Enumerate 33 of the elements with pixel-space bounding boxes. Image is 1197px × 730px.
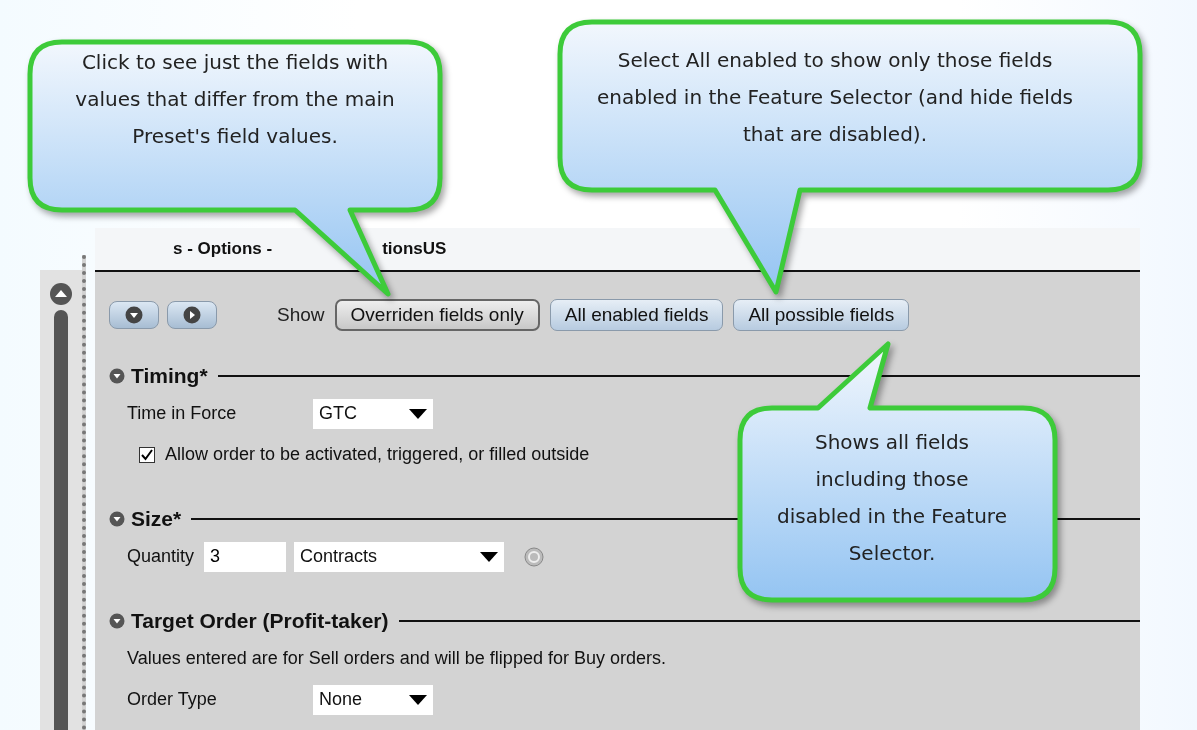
filter-button[interactable]: All possible fields (733, 299, 910, 331)
checkbox[interactable] (139, 446, 155, 463)
panel-title: tionsUS (382, 239, 447, 259)
field-label: Quantity (127, 546, 195, 567)
field-label: Time in Force (127, 403, 238, 424)
dropdown[interactable]: None (313, 684, 433, 715)
panel-title: s - Options - (173, 239, 273, 259)
section-title: Size* (131, 507, 182, 531)
section-title: Target Order (Profit-taker) (131, 609, 389, 633)
help-icon[interactable] (524, 546, 545, 567)
caret-icon (409, 694, 427, 705)
scroll-up-icon[interactable] (49, 282, 73, 306)
filter-button[interactable]: All enabled fields (549, 299, 724, 331)
dropdown[interactable]: GTC (313, 398, 433, 429)
callout-text: Select All enabled to show only those fields enabled in the Feature Selector (and hide fields that are disabled). (596, 47, 1074, 148)
collapse-icon[interactable] (109, 368, 125, 384)
caret-icon (409, 408, 427, 419)
caret-icon (480, 551, 499, 562)
expand-button[interactable] (109, 301, 159, 329)
dropdown[interactable]: Contracts (294, 541, 505, 572)
collapse-icon[interactable] (109, 613, 125, 629)
checkbox-label: Allow order to be activated, triggered, or filled outside (165, 444, 590, 465)
filter-button[interactable]: Overriden fields only (334, 299, 540, 331)
scrollbar[interactable] (54, 310, 68, 730)
next-button[interactable] (167, 301, 217, 329)
quantity-field[interactable]: 3 (204, 541, 287, 572)
section-title: Timing* (131, 364, 208, 388)
callout-text: Click to see just the fields with values that differ from the main Preset's field values. (74, 49, 396, 150)
callout-text: Shows all fields including those disabled in the Feature Selector. (776, 429, 1008, 567)
field-label: Order Type (127, 689, 218, 710)
note-text: Values entered are for Sell orders and will be flipped for Buy orders. (127, 648, 666, 669)
collapse-icon[interactable] (109, 511, 125, 527)
show-label: Show (277, 304, 325, 326)
